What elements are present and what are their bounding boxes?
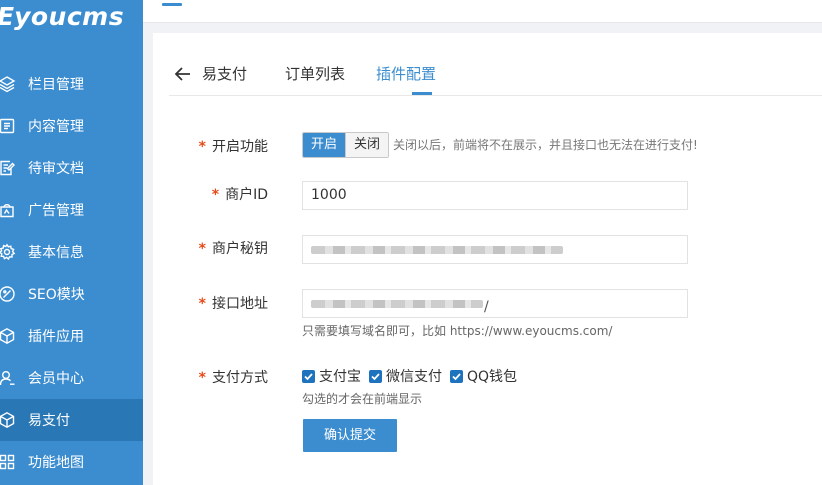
merchant-secret-label-text: 商户秘钥 <box>212 241 268 257</box>
layers-icon <box>0 75 16 93</box>
wechat-pay-checkbox[interactable]: 微信支付 <box>369 366 442 386</box>
arrow-left-icon <box>174 66 190 81</box>
qq-wallet-label: QQ钱包 <box>467 369 518 385</box>
ad-bag-icon <box>0 201 16 219</box>
cube-icon <box>0 327 16 345</box>
enable-off-button[interactable]: 关闭 <box>345 133 388 157</box>
sidebar-menu: 栏目管理 内容管理 待审文档 广告管理 基本信息 SEO模块 插件应用 会员中心… <box>0 63 143 483</box>
tab-epay: 易支付 <box>202 65 248 83</box>
alipay-checkbox[interactable]: 支付宝 <box>302 366 361 386</box>
enable-toggle: 开启 关闭 <box>302 132 389 158</box>
sidebar-item-content[interactable]: 内容管理 <box>0 105 143 147</box>
pay-method-label-text: 支付方式 <box>212 370 268 386</box>
required-mark: * <box>198 370 206 386</box>
tab-order-list[interactable]: 订单列表 <box>285 63 345 84</box>
sidebar-item-label: SEO模块 <box>28 287 85 303</box>
sidebar-item-function-map[interactable]: 功能地图 <box>0 441 143 483</box>
document-list-icon <box>0 117 16 135</box>
logo[interactable]: Eyoucms <box>0 0 143 34</box>
sidebar-item-pending-docs[interactable]: 待审文档 <box>0 147 143 189</box>
api-url-input[interactable]: / <box>302 289 688 318</box>
checkmark-icon <box>450 369 463 383</box>
enable-hint: 关闭以后，前端将不在展示，并且接口也无法在进行支付! <box>393 138 698 152</box>
api-url-help: 只需要填写域名即可，比如 https://www.eyoucms.com/ <box>302 324 613 338</box>
grid-icon <box>0 453 16 471</box>
pay-method-checkboxes: 支付宝 微信支付 QQ钱包 <box>302 366 525 386</box>
alipay-label: 支付宝 <box>319 369 361 385</box>
sidebar-item-label: 待审文档 <box>28 161 84 177</box>
merchant-id-label: * 商户ID <box>212 184 268 204</box>
sidebar-item-label: 插件应用 <box>28 329 84 345</box>
edit-document-icon <box>0 159 16 177</box>
logo-mark: E <box>0 0 14 34</box>
required-mark: * <box>198 296 206 312</box>
required-mark: * <box>198 241 206 257</box>
sidebar-item-columns[interactable]: 栏目管理 <box>0 63 143 105</box>
enable-label-text: 开启功能 <box>212 139 268 155</box>
back-button[interactable]: 易支付 <box>174 63 247 84</box>
merchant-id-label-text: 商户ID <box>225 187 268 203</box>
top-bar <box>143 0 822 23</box>
redacted-value <box>311 300 483 308</box>
tag-icon <box>0 285 16 303</box>
logo-text: youcms <box>14 2 125 31</box>
active-tab-indicator <box>412 92 432 95</box>
cube-icon <box>0 411 16 429</box>
enable-on-button[interactable]: 开启 <box>303 133 345 157</box>
sidebar-item-seo[interactable]: SEO模块 <box>0 273 143 315</box>
merchant-id-input[interactable]: 1000 <box>302 181 688 210</box>
pay-method-help: 勾选的才会在前端显示 <box>302 392 423 406</box>
submit-button[interactable]: 确认提交 <box>303 419 397 452</box>
enable-label: * 开启功能 <box>199 136 268 156</box>
api-url-suffix: / <box>484 299 489 315</box>
sidebar-item-label: 基本信息 <box>28 245 84 261</box>
menu-toggle-icon[interactable] <box>162 3 182 6</box>
merchant-secret-input[interactable] <box>302 235 688 264</box>
sidebar-item-label: 功能地图 <box>28 455 84 471</box>
pay-method-label: * 支付方式 <box>199 367 268 387</box>
sidebar-item-label: 内容管理 <box>28 119 84 135</box>
sidebar-item-members[interactable]: 会员中心 <box>0 357 143 399</box>
sidebar-item-plugins[interactable]: 插件应用 <box>0 315 143 357</box>
sidebar-item-basic-info[interactable]: 基本信息 <box>0 231 143 273</box>
api-url-label-text: 接口地址 <box>212 296 268 312</box>
sidebar-item-label: 广告管理 <box>28 203 84 219</box>
required-mark: * <box>211 187 220 203</box>
sidebar-item-label: 会员中心 <box>28 371 84 387</box>
wechat-pay-label: 微信支付 <box>386 369 442 385</box>
merchant-secret-label: * 商户秘钥 <box>199 238 268 258</box>
sidebar-item-ads[interactable]: 广告管理 <box>0 189 143 231</box>
checkmark-icon <box>302 369 315 383</box>
sidebar-item-label: 栏目管理 <box>28 77 84 93</box>
sidebar-item-label: 易支付 <box>28 413 70 429</box>
qq-wallet-checkbox[interactable]: QQ钱包 <box>450 366 517 386</box>
api-url-label: * 接口地址 <box>199 293 268 313</box>
redacted-value <box>311 246 563 254</box>
sidebar: Eyoucms 栏目管理 内容管理 待审文档 广告管理 <box>0 0 143 485</box>
tab-bar: 易支付 订单列表 插件配置 <box>169 33 822 96</box>
checkmark-icon <box>369 369 382 383</box>
gear-icon <box>0 243 16 261</box>
required-mark: * <box>198 139 206 155</box>
main-panel: 易支付 订单列表 插件配置 * 开启功能 开启 关闭 关闭以后，前端将不在展示，并… <box>153 33 822 485</box>
user-icon <box>0 369 16 387</box>
tab-plugin-config[interactable]: 插件配置 <box>376 63 436 84</box>
sidebar-item-epay[interactable]: 易支付 <box>0 399 143 441</box>
